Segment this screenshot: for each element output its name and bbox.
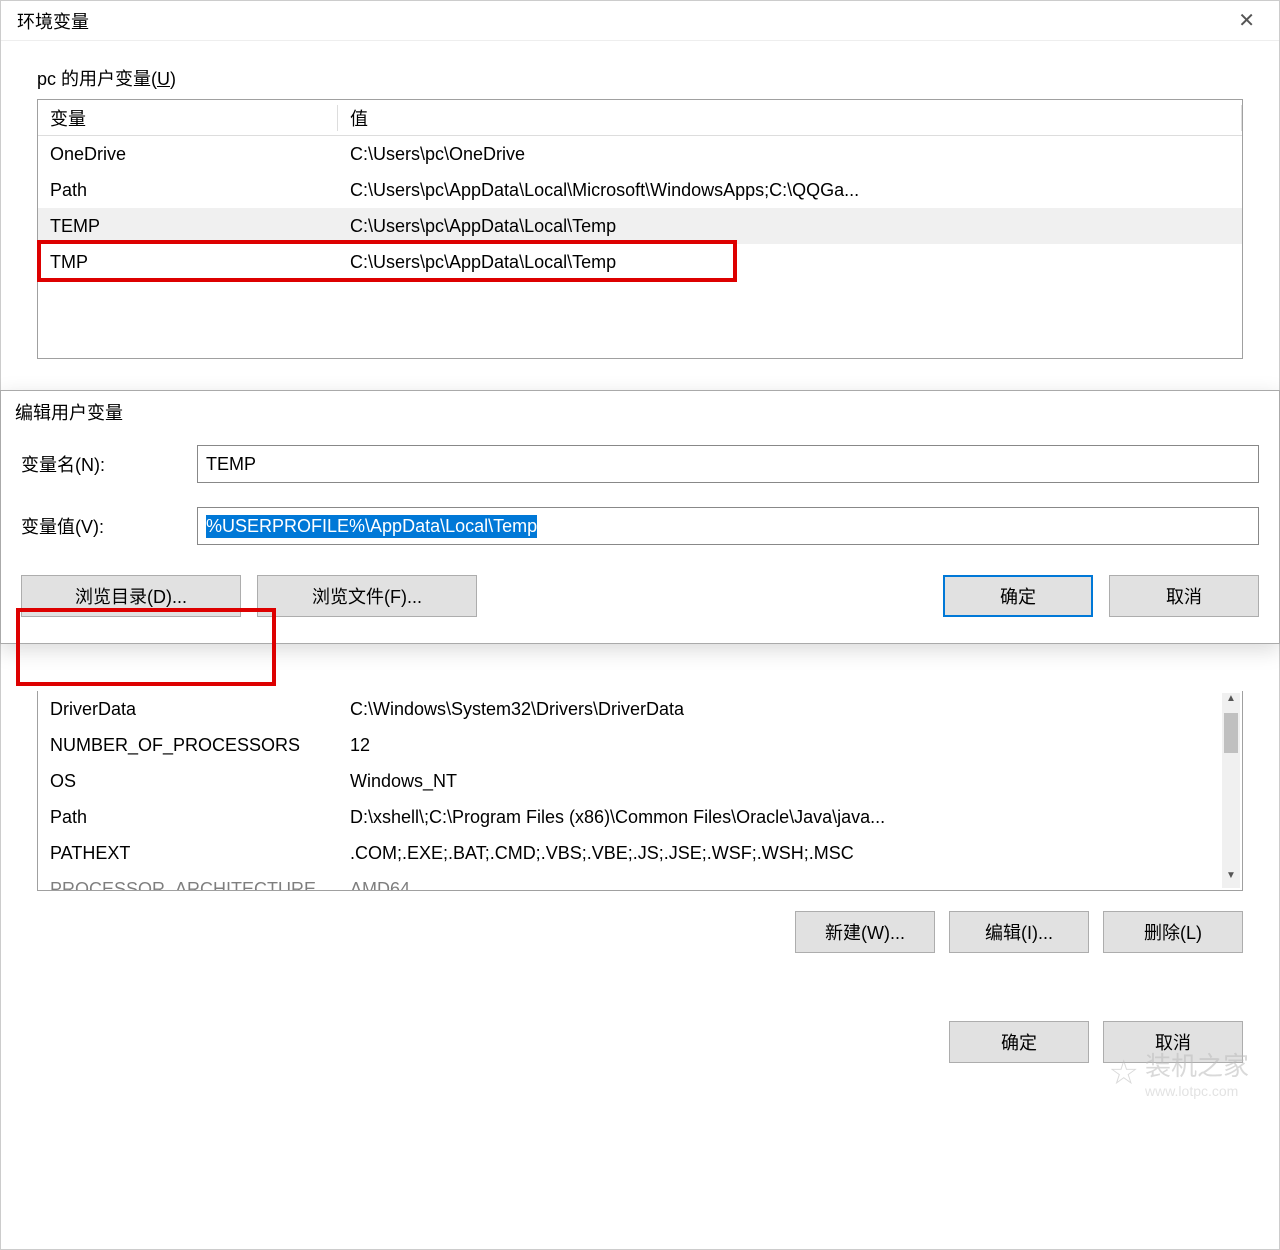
system-buttons: 新建(W)... 编辑(I)... 删除(L) (795, 911, 1243, 953)
scroll-up-icon[interactable]: ▲ (1222, 693, 1240, 711)
variable-value-row: 变量值(V): %USERPROFILE%\AppData\Local\Temp (1, 495, 1279, 557)
ok-button[interactable]: 确定 (943, 575, 1093, 617)
table-row[interactable]: PROCESSOR_ARCHITECTURE AMD64 (38, 871, 1242, 891)
variable-name-row: 变量名(N): TEMP (1, 433, 1279, 495)
variable-name-label: 变量名(N): (21, 451, 181, 477)
edit-user-variable-dialog: 编辑用户变量 变量名(N): TEMP 变量值(V): %USERPROFILE… (0, 390, 1280, 644)
titlebar: 环境变量 ✕ (1, 1, 1279, 41)
table-row[interactable]: PATHEXT .COM;.EXE;.BAT;.CMD;.VBS;.VBE;.J… (38, 835, 1242, 871)
table-row[interactable]: OneDrive C:\Users\pc\OneDrive (38, 136, 1242, 172)
user-vars-list[interactable]: 变量 值 OneDrive C:\Users\pc\OneDrive Path … (37, 99, 1243, 359)
table-row[interactable]: Path C:\Users\pc\AppData\Local\Microsoft… (38, 172, 1242, 208)
table-row[interactable]: TMP C:\Users\pc\AppData\Local\Temp (38, 244, 1242, 280)
ok-button[interactable]: 确定 (949, 1021, 1089, 1063)
scrollbar[interactable]: ▲ ▼ (1222, 693, 1240, 888)
edit-button[interactable]: 编辑(I)... (949, 911, 1089, 953)
list-header: 变量 值 (38, 100, 1242, 136)
table-row[interactable]: OS Windows_NT (38, 763, 1242, 799)
variable-value-input[interactable]: %USERPROFILE%\AppData\Local\Temp (197, 507, 1259, 545)
system-vars-list[interactable]: DriverData C:\Windows\System32\Drivers\D… (37, 691, 1243, 891)
table-row[interactable]: Path D:\xshell\;C:\Program Files (x86)\C… (38, 799, 1242, 835)
dialog-title: 环境变量 (17, 8, 89, 34)
scroll-down-icon[interactable]: ▼ (1222, 870, 1240, 888)
browse-directory-button[interactable]: 浏览目录(D)... (21, 575, 241, 617)
watermark: ☆ 装机之家 www.lotpc.com (1109, 1046, 1250, 1099)
table-row[interactable]: TEMP C:\Users\pc\AppData\Local\Temp (38, 208, 1242, 244)
col-variable[interactable]: 变量 (38, 105, 338, 131)
star-icon: ☆ (1109, 1053, 1139, 1093)
variable-name-input[interactable]: TEMP (197, 445, 1259, 483)
close-icon[interactable]: ✕ (1230, 8, 1263, 33)
variable-value-label: 变量值(V): (21, 513, 181, 539)
browse-file-button[interactable]: 浏览文件(F)... (257, 575, 477, 617)
edit-dialog-buttons: 浏览目录(D)... 浏览文件(F)... 确定 取消 (1, 557, 1279, 623)
table-row[interactable]: NUMBER_OF_PROCESSORS 12 (38, 727, 1242, 763)
table-row[interactable]: DriverData C:\Windows\System32\Drivers\D… (38, 691, 1242, 727)
col-value[interactable]: 值 (338, 105, 1242, 131)
scroll-thumb[interactable] (1224, 713, 1238, 753)
delete-button[interactable]: 删除(L) (1103, 911, 1243, 953)
cancel-button[interactable]: 取消 (1109, 575, 1259, 617)
user-vars-label: pc 的用户变量(U) (1, 41, 1279, 99)
edit-dialog-title: 编辑用户变量 (1, 391, 1279, 433)
new-button[interactable]: 新建(W)... (795, 911, 935, 953)
